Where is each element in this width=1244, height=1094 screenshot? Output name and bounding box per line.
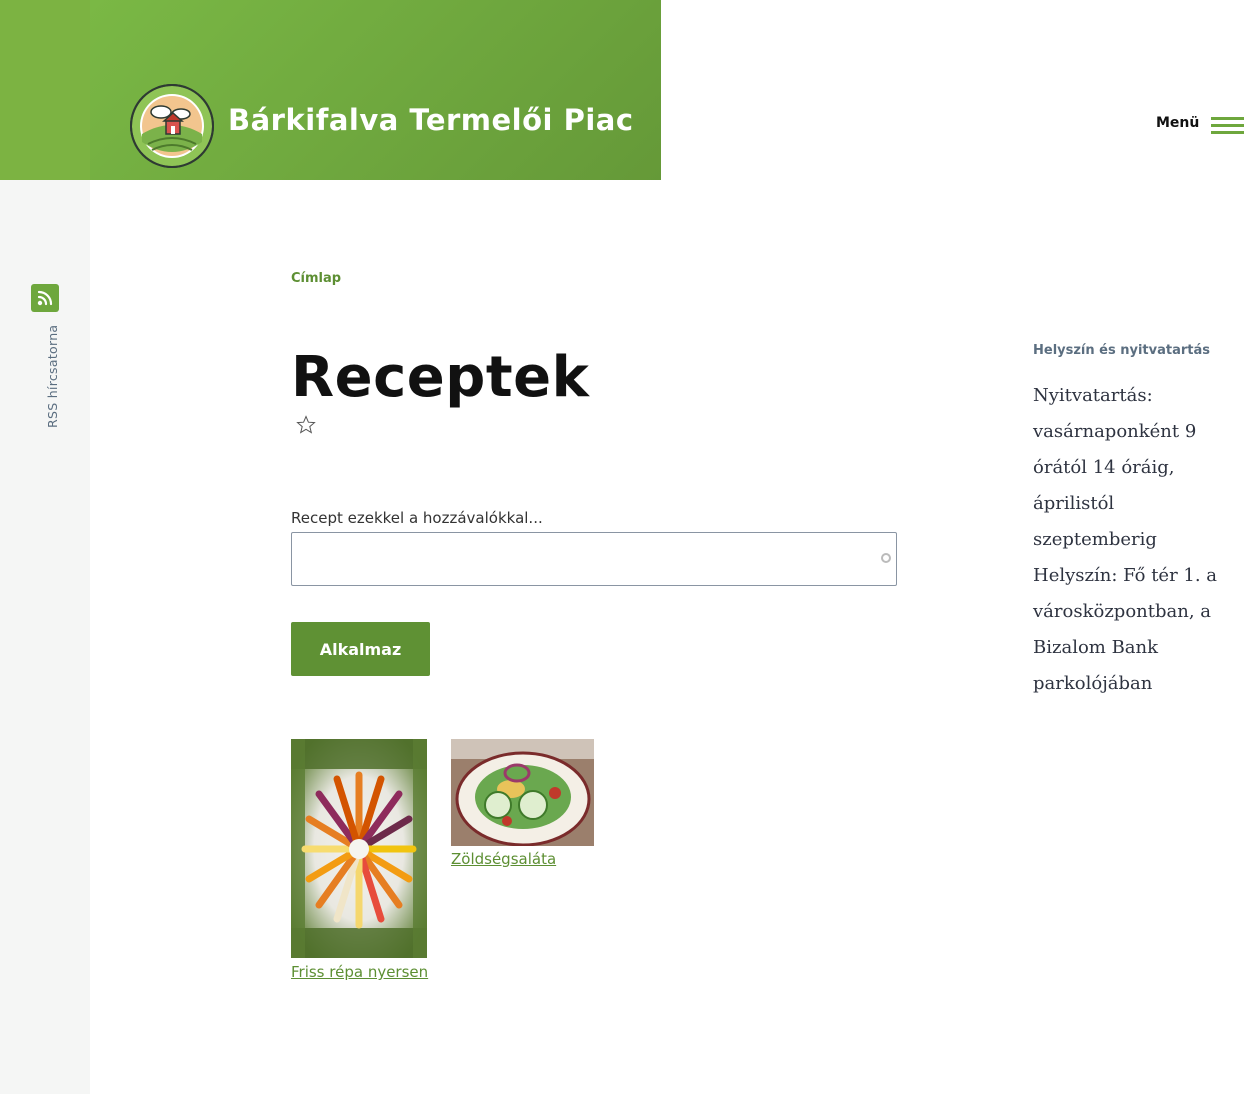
ingredients-filter-input[interactable] xyxy=(291,532,897,586)
menu-button[interactable]: Menü xyxy=(1156,112,1244,134)
page-title: Receptek xyxy=(291,345,590,410)
ingredients-filter-label: Recept ezekkel a hozzávalókkal... xyxy=(291,509,543,527)
recipe-link-salad[interactable]: Zöldségsaláta xyxy=(451,850,556,868)
apply-button[interactable]: Alkalmaz xyxy=(291,622,430,676)
site-logo[interactable] xyxy=(128,82,216,170)
rss-icon xyxy=(31,284,59,312)
hamburger-icon xyxy=(1211,112,1244,134)
recipe-image-carrots[interactable] xyxy=(291,739,427,958)
recipe-link-carrots[interactable]: Friss répa nyersen xyxy=(291,963,428,981)
left-rail-header xyxy=(0,0,90,180)
menu-label: Menü xyxy=(1156,115,1200,131)
rss-label: RSS hírcsatorna xyxy=(45,324,60,428)
farmers-market-logo-icon xyxy=(130,84,214,168)
site-title[interactable]: Bárkifalva Termelői Piac xyxy=(228,103,634,137)
favorite-star-icon[interactable] xyxy=(296,415,316,435)
salad-photo xyxy=(451,739,594,846)
rss-feed-link[interactable]: RSS hírcsatorna xyxy=(31,284,60,444)
breadcrumb-home[interactable]: Címlap xyxy=(291,271,341,286)
opening-hours-text: Nyitvatartás: vasárnaponként 9 órától 14… xyxy=(1033,385,1197,550)
carrots-photo xyxy=(291,739,427,958)
recipe-image-salad[interactable] xyxy=(451,739,594,846)
aside-heading: Helyszín és nyitvatartás xyxy=(1033,343,1211,358)
autocomplete-indicator-icon xyxy=(881,553,891,563)
location-text: Helyszín: Fő tér 1. a városközpontban, a… xyxy=(1033,565,1218,694)
